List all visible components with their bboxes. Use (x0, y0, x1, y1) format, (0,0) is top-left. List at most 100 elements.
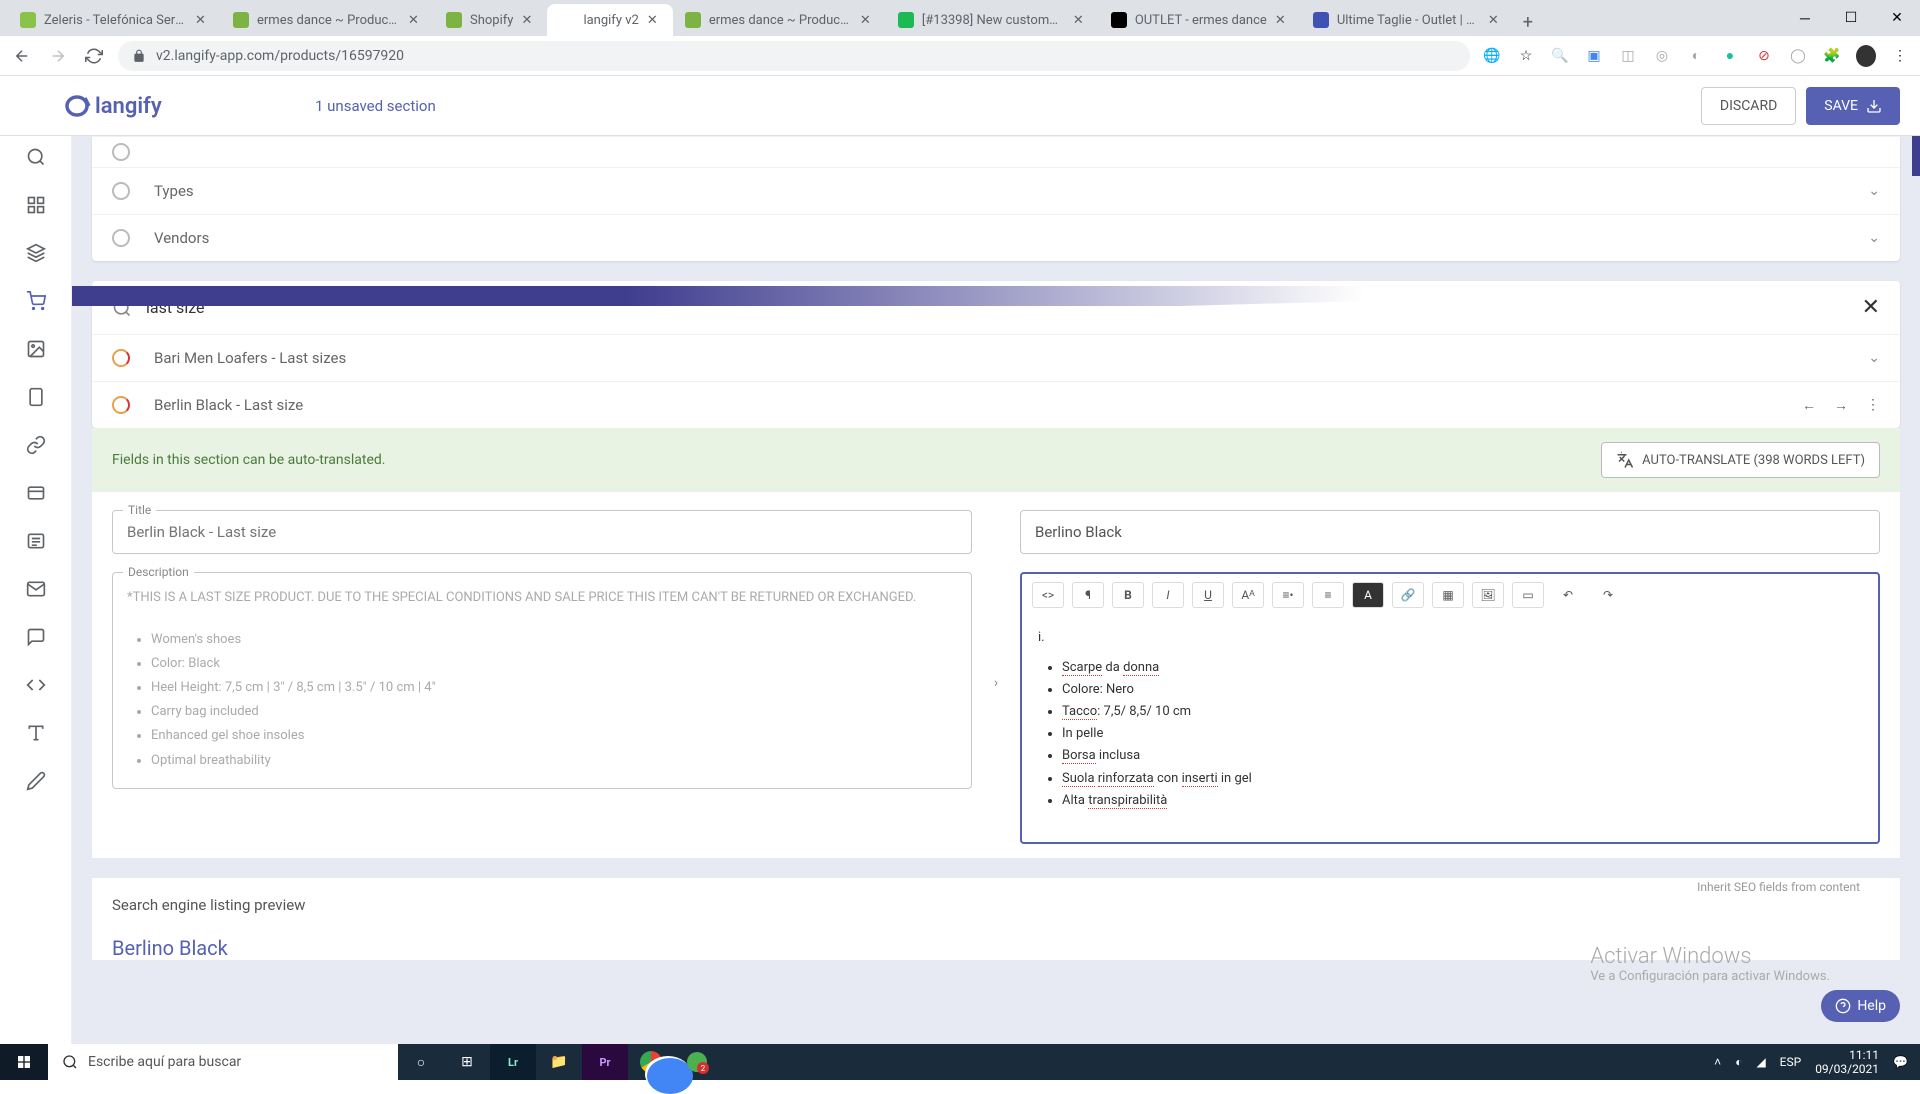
table-button[interactable]: ▦ (1432, 582, 1464, 608)
reload-button[interactable] (82, 44, 106, 68)
underline-button[interactable]: U (1192, 582, 1224, 608)
close-tab-icon[interactable]: ✕ (1073, 13, 1087, 27)
color-button[interactable]: A (1352, 582, 1384, 608)
auto-translate-button[interactable]: AUTO-TRANSLATE (398 WORDS LEFT) (1601, 442, 1880, 478)
types-accordion[interactable]: Types ⌄ (92, 168, 1900, 215)
start-button[interactable] (0, 1044, 48, 1080)
chrome-icon[interactable] (628, 1044, 674, 1080)
type-nav-icon[interactable] (25, 722, 47, 744)
notifications-icon[interactable]: 💬 (1893, 1055, 1908, 1069)
close-tab-icon[interactable]: ✕ (860, 13, 874, 27)
back-button[interactable] (10, 44, 34, 68)
form-nav-icon[interactable] (25, 482, 47, 504)
image-button[interactable]: 🖼 (1472, 582, 1504, 608)
profile-avatar[interactable] (1856, 46, 1876, 66)
close-tab-icon[interactable]: ✕ (1275, 13, 1289, 27)
browser-tab[interactable]: ermes dance ~ Products ~ ✕ (673, 4, 886, 36)
translated-title-input[interactable] (1021, 511, 1879, 553)
ext3-icon[interactable]: ◎ (1652, 46, 1672, 66)
cart-nav-icon[interactable] (25, 290, 47, 312)
app-pr-icon[interactable]: Pr (582, 1044, 628, 1080)
network-icon[interactable]: ◢ (1756, 1055, 1765, 1069)
close-tab-icon[interactable]: ✕ (195, 13, 209, 27)
browser-tab[interactable]: Shopify✕ (434, 4, 547, 36)
browser-tab[interactable]: OUTLET - ermes dance✕ (1099, 4, 1301, 36)
close-tab-icon[interactable]: ✕ (521, 13, 535, 27)
save-button[interactable]: SAVE (1806, 87, 1900, 125)
main-content: Types ⌄ Vendors ⌄ ✕ Bari Men Loafers - L… (72, 136, 1920, 1044)
maximize-button[interactable]: ☐ (1828, 0, 1874, 36)
app-lr-icon[interactable]: Lr (490, 1044, 536, 1080)
editor-content[interactable]: i. Scarpe da donnaColore: NeroTacco: 7,5… (1022, 617, 1878, 842)
edit-nav-icon[interactable] (25, 770, 47, 792)
code-view-button[interactable]: <> (1032, 582, 1064, 608)
zoom-icon[interactable]: 🔍 (1550, 46, 1570, 66)
link-button[interactable]: 🔗 (1392, 582, 1424, 608)
new-tab-button[interactable]: + (1514, 8, 1542, 36)
translation-fields: Title Description *THIS IS A LAST SIZE P… (92, 492, 1900, 844)
close-window-button[interactable]: ✕ (1874, 0, 1920, 36)
forward-button[interactable] (46, 44, 70, 68)
ul-button[interactable]: ≡• (1272, 582, 1304, 608)
layers-nav-icon[interactable] (25, 242, 47, 264)
video-button[interactable]: ▭ (1512, 582, 1544, 608)
chat-nav-icon[interactable] (25, 626, 47, 648)
help-button[interactable]: Help (1821, 990, 1900, 1022)
clear-search-button[interactable]: ✕ (1862, 295, 1880, 320)
bookmark-icon[interactable]: ☆ (1516, 46, 1536, 66)
close-tab-icon[interactable]: ✕ (1488, 13, 1502, 27)
close-tab-icon[interactable]: ✕ (408, 13, 422, 27)
prev-item-button[interactable]: ← (1802, 397, 1816, 414)
minimize-button[interactable]: ─ (1782, 0, 1828, 36)
browser-tab[interactable]: Zeleris - Telefónica Servicio✕ (8, 4, 221, 36)
ext2-icon[interactable]: ◫ (1618, 46, 1638, 66)
dashboard-nav-icon[interactable] (25, 194, 47, 216)
lang-indicator[interactable]: ESP (1780, 1055, 1802, 1069)
wifi-icon[interactable]: ◐ (1735, 1055, 1742, 1069)
image-nav-icon[interactable] (25, 338, 47, 360)
discard-button[interactable]: DISCARD (1701, 87, 1796, 125)
translated-title-field[interactable] (1020, 510, 1880, 554)
adblock-icon[interactable]: ⊘ (1754, 46, 1774, 66)
menu-icon[interactable]: ⋮ (1890, 46, 1910, 66)
taskview-icon[interactable]: ⊞ (444, 1044, 490, 1080)
paragraph-button[interactable]: ¶ (1072, 582, 1104, 608)
fontsize-button[interactable]: Aᴬ (1232, 582, 1264, 608)
product-row[interactable]: Berlin Black - Last size ← → ⋮ (92, 381, 1900, 428)
list-nav-icon[interactable] (25, 530, 47, 552)
code-nav-icon[interactable] (25, 674, 47, 696)
search-nav-icon[interactable] (25, 146, 47, 168)
next-item-button[interactable]: → (1834, 397, 1848, 414)
close-tab-icon[interactable]: ✕ (647, 13, 661, 27)
vendors-accordion[interactable]: Vendors ⌄ (92, 215, 1900, 261)
align-button[interactable]: ≡ (1312, 582, 1344, 608)
browser-tab[interactable]: ermes dance ~ Products ~ ✕ (221, 4, 434, 36)
italic-button[interactable]: I (1152, 582, 1184, 608)
mobile-nav-icon[interactable] (25, 386, 47, 408)
taskbar-search[interactable]: Escribe aquí para buscar (48, 1044, 398, 1080)
product-row[interactable]: Bari Men Loafers - Last sizes ⌄ (92, 334, 1900, 381)
ext7-icon[interactable]: ◯ (1788, 46, 1808, 66)
browser-tab[interactable]: langify v2✕ (547, 4, 672, 36)
undo-button[interactable]: ↶ (1552, 582, 1584, 608)
tray-chevron-icon[interactable]: ˄ (1714, 1055, 1721, 1069)
ext1-icon[interactable]: ▣ (1584, 46, 1604, 66)
ext4-icon[interactable]: ◐ (1686, 46, 1706, 66)
browser-tab[interactable]: [#13398] New customer me✕ (886, 4, 1099, 36)
windows-watermark: Activar Windows Ve a Configuración para … (1590, 944, 1830, 984)
browser-tab[interactable]: Ultime Taglie - Outlet | adid✕ (1301, 4, 1514, 36)
browser-tabstrip: Zeleris - Telefónica Servicio✕ermes danc… (0, 0, 1920, 36)
clock[interactable]: 11:11 09/03/2021 (1815, 1048, 1879, 1077)
more-menu-button[interactable]: ⋮ (1866, 397, 1880, 414)
bold-button[interactable]: B (1112, 582, 1144, 608)
puzzle-icon[interactable]: 🧩 (1822, 46, 1842, 66)
redo-button[interactable]: ↷ (1592, 582, 1624, 608)
translate-icon[interactable]: 🌐 (1482, 46, 1502, 66)
rich-text-editor[interactable]: <> ¶ B I U Aᴬ ≡• ≡ A 🔗 ▦ 🖼 ▭ ↶ ↷ (1020, 572, 1880, 844)
link-nav-icon[interactable] (25, 434, 47, 456)
explorer-icon[interactable]: 📁 (536, 1044, 582, 1080)
grammarly-icon[interactable]: ● (1720, 46, 1740, 66)
cortana-icon[interactable]: ○ (398, 1044, 444, 1080)
mail-nav-icon[interactable] (25, 578, 47, 600)
address-bar[interactable]: v2.langify-app.com/products/16597920 (118, 41, 1470, 71)
